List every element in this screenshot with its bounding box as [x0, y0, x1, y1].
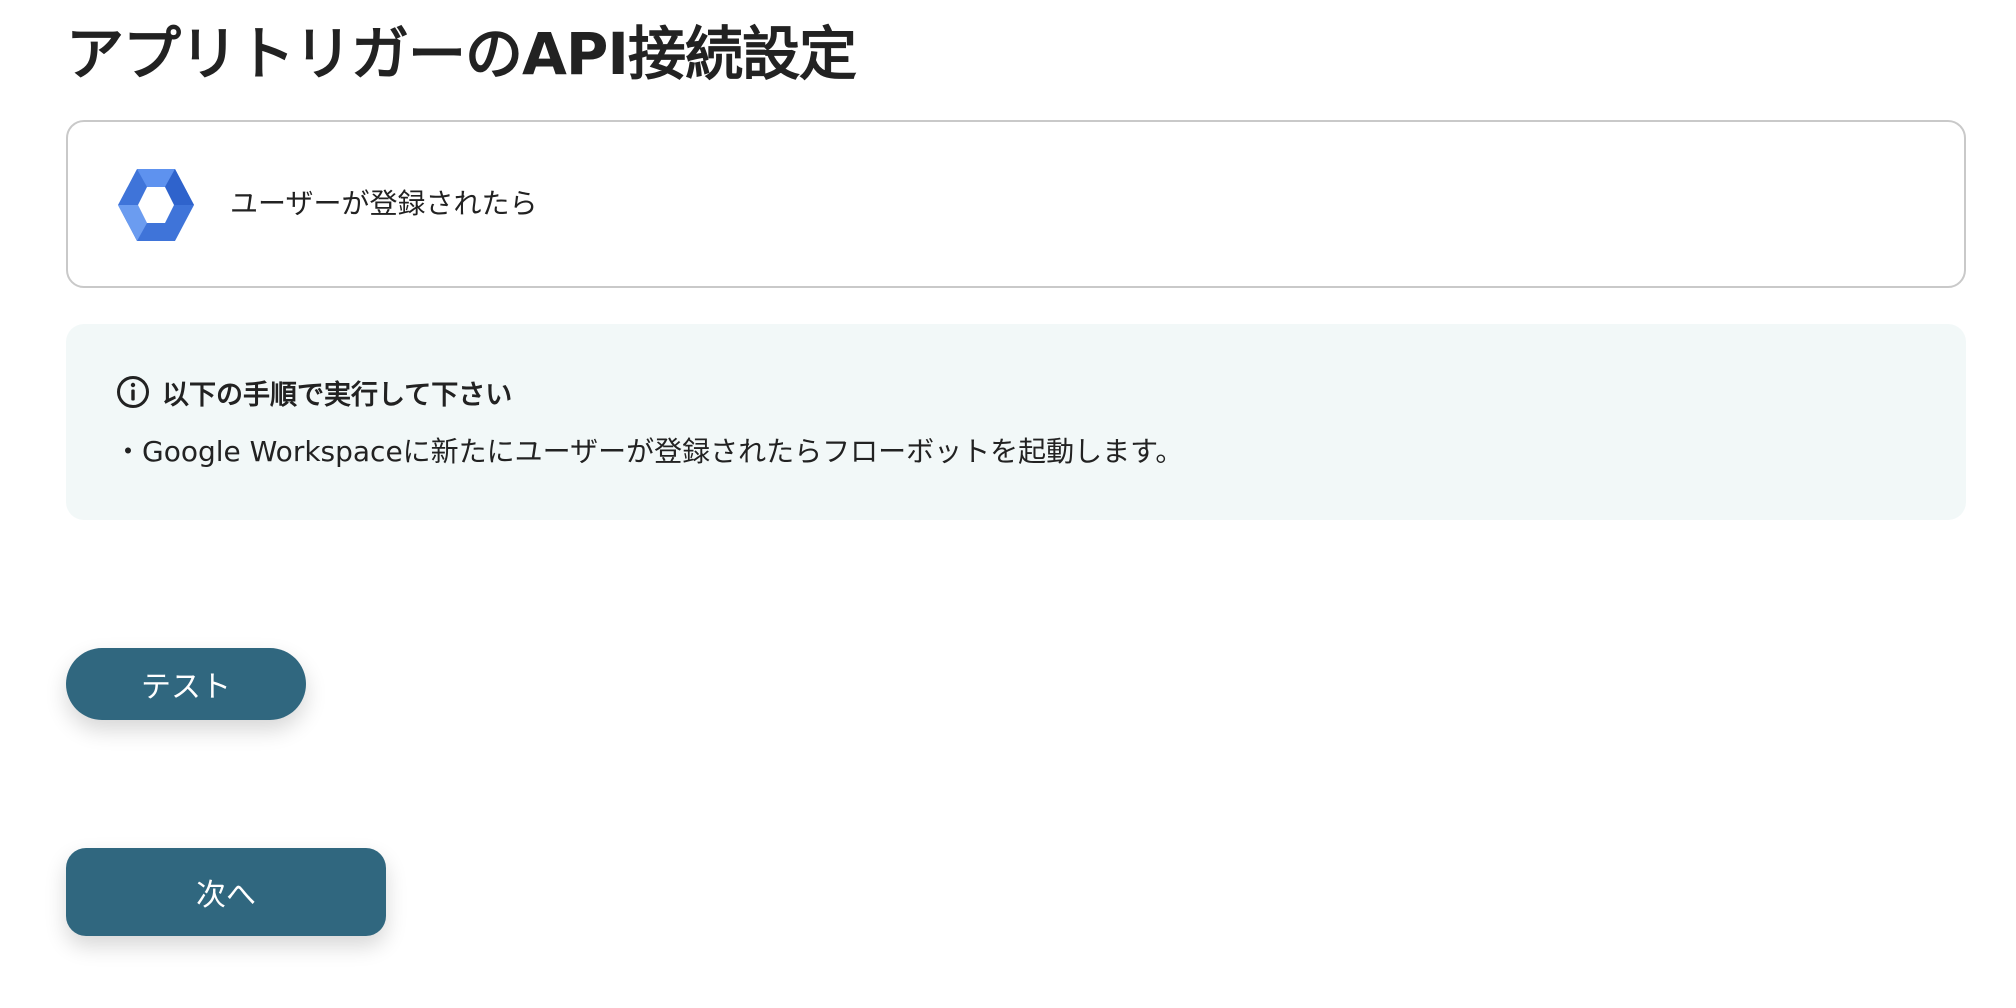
info-heading: 以下の手順で実行して下さい: [162, 379, 513, 411]
trigger-card[interactable]: ユーザーが登録されたら: [66, 120, 1966, 288]
info-header: 以下の手順で実行して下さい: [116, 372, 512, 412]
info-description: ・Google Workspaceに新たにユーザーが登録されたらフローボットを起…: [114, 435, 1184, 468]
google-workspace-icon: [118, 169, 194, 241]
test-button[interactable]: テスト: [66, 648, 306, 720]
trigger-label: ユーザーが登録されたら: [230, 187, 538, 220]
page-title: アプリトリガーのAPI接続設定: [66, 20, 857, 88]
info-panel: 以下の手順で実行して下さい ・Google Workspaceに新たにユーザーが…: [66, 324, 1966, 520]
info-circle-icon: [116, 375, 150, 409]
next-button[interactable]: 次へ: [66, 848, 386, 936]
